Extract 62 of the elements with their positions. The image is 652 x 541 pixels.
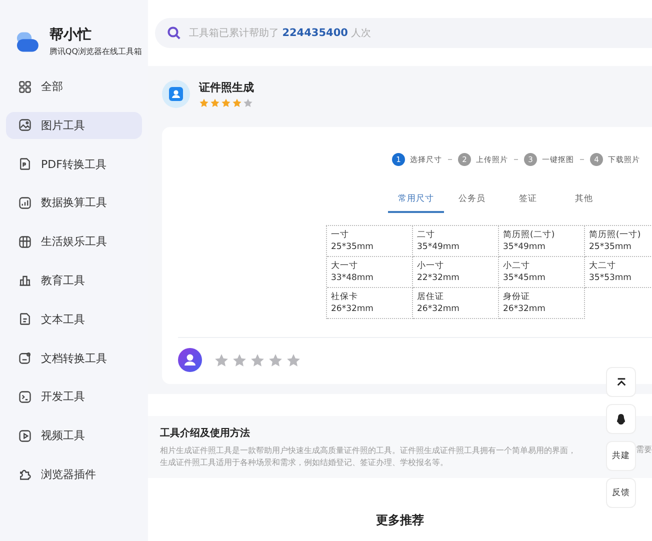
brand-subtitle: 腾讯QQ浏览器在线工具箱 bbox=[49, 46, 142, 57]
float-button[interactable]: 共建 bbox=[606, 441, 636, 471]
float-button[interactable]: 反馈 bbox=[606, 478, 636, 508]
size-tab[interactable]: 签证 bbox=[500, 188, 556, 213]
sidebar-item[interactable]: 生活娱乐工具 bbox=[6, 228, 142, 256]
size-option[interactable]: 简历照(二寸) 35*49mm bbox=[499, 226, 585, 257]
sidebar-item[interactable]: 浏览器插件 bbox=[6, 460, 142, 488]
sidebar-item[interactable]: 文档转换工具 bbox=[6, 344, 142, 372]
grid-icon bbox=[18, 80, 32, 94]
size-option[interactable]: 大二寸 35*53mm bbox=[585, 257, 652, 288]
size-option[interactable]: 身份证 26*32mm bbox=[499, 288, 585, 319]
size-option[interactable]: 一寸 25*35mm bbox=[327, 226, 413, 257]
sidebar-item[interactable]: 教育工具 bbox=[6, 266, 142, 294]
star-icon bbox=[199, 98, 209, 108]
sidebar-item[interactable]: 视频工具 bbox=[6, 422, 142, 450]
search-text: 工具箱已累计帮助了 224435400 人次 bbox=[189, 26, 372, 40]
sidebar-item[interactable]: 图片工具 bbox=[6, 112, 142, 139]
section-title: 更多推荐 bbox=[376, 512, 424, 529]
play-icon bbox=[18, 428, 32, 443]
size-option[interactable]: 居住证 26*32mm bbox=[413, 288, 499, 319]
penguin-icon bbox=[616, 414, 626, 424]
id-photo-tool-icon bbox=[162, 80, 190, 108]
star-icon bbox=[232, 352, 247, 368]
intro-title: 工具介绍及使用方法 bbox=[160, 426, 251, 440]
bar-chart-icon bbox=[18, 196, 32, 210]
sidebar-item[interactable]: 开发工具 bbox=[6, 383, 142, 410]
size-tab[interactable]: 其他 bbox=[556, 188, 612, 213]
caret-up-icon bbox=[616, 376, 626, 388]
star-icon bbox=[243, 98, 253, 108]
size-option[interactable]: 小二寸 35*45mm bbox=[499, 257, 585, 288]
sidebar-item[interactable]: 全部 bbox=[6, 73, 142, 100]
star-icon bbox=[232, 98, 242, 108]
star-icon bbox=[286, 352, 301, 368]
logo-icon bbox=[16, 30, 40, 52]
puzzle-icon bbox=[18, 467, 32, 482]
grid-box-icon bbox=[18, 234, 32, 249]
penguin-button[interactable] bbox=[606, 404, 636, 434]
sidebar-item[interactable]: 数据换算工具 bbox=[6, 189, 142, 216]
search-bar[interactable]: 工具箱已累计帮助了 224435400 人次 bbox=[155, 18, 652, 48]
tool-title: 证件照生成 bbox=[199, 80, 254, 95]
sidebar-item[interactable]: PDF转换工具 bbox=[6, 150, 142, 178]
size-option[interactable]: 大一寸 33*48mm bbox=[327, 257, 413, 288]
size-option[interactable]: 简历照(一寸) 25*35mm bbox=[585, 226, 652, 257]
avatar-icon bbox=[178, 348, 202, 372]
search-icon bbox=[167, 26, 181, 40]
star-icon bbox=[210, 98, 220, 108]
star-icon bbox=[250, 352, 265, 368]
size-option[interactable]: 二寸 35*49mm bbox=[413, 226, 499, 257]
size-tab[interactable]: 常用尺寸 bbox=[388, 188, 444, 213]
size-option[interactable]: 小一寸 22*32mm bbox=[413, 257, 499, 288]
sidebar-item[interactable]: 文本工具 bbox=[6, 306, 142, 333]
terminal-icon bbox=[18, 390, 32, 404]
brand-name: 帮小忙 bbox=[49, 26, 92, 44]
star-icon bbox=[214, 352, 229, 368]
back-to-top-button[interactable] bbox=[606, 367, 636, 397]
size-option[interactable]: 社保卡 26*32mm bbox=[327, 288, 413, 319]
image-icon bbox=[18, 118, 32, 132]
buildings-icon bbox=[18, 273, 32, 288]
star-icon bbox=[221, 98, 231, 108]
pdf-file-icon bbox=[18, 157, 32, 172]
star-icon bbox=[268, 352, 283, 368]
size-tab[interactable]: 公务员 bbox=[444, 188, 500, 213]
